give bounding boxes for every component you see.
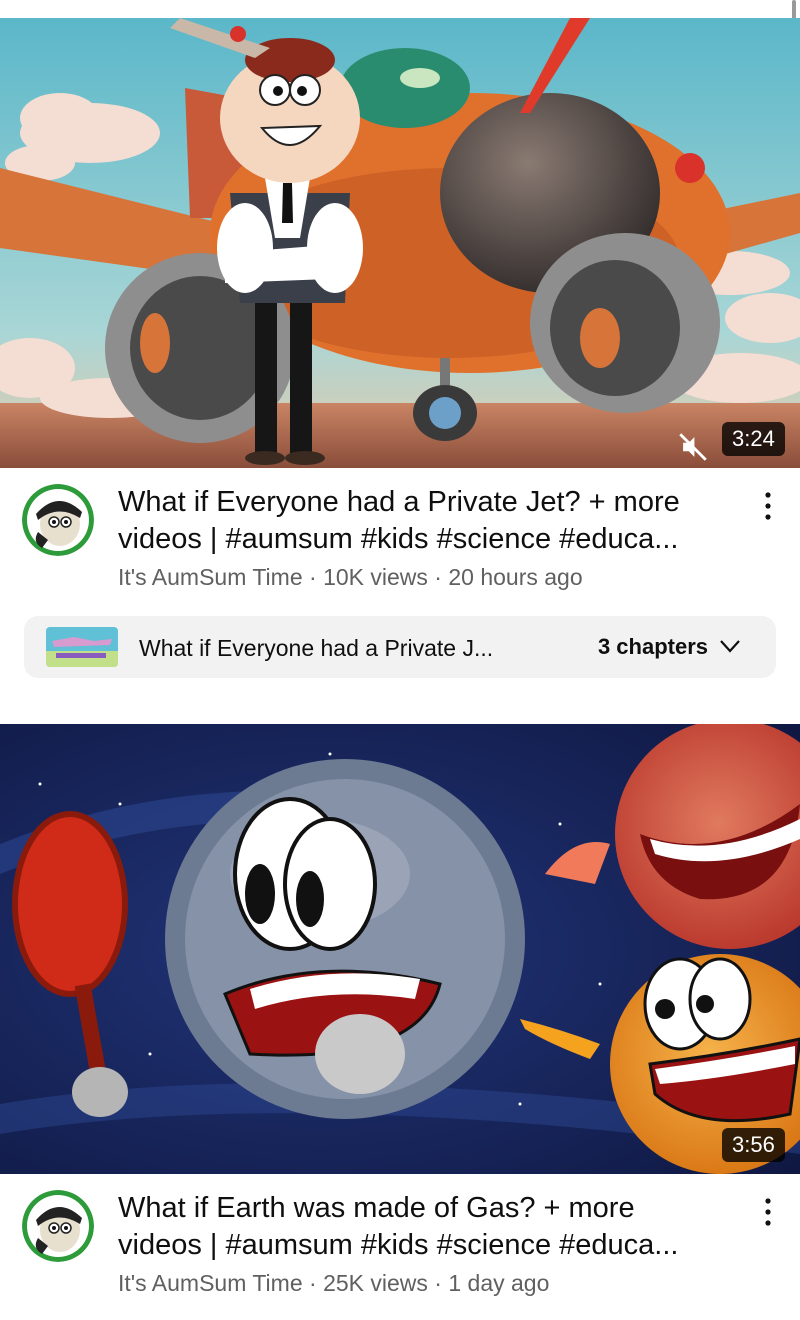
channel-name[interactable]: It's AumSum Time — [118, 1270, 303, 1296]
video-card-2[interactable]: 3:56 What if Earth was made of Gas? + mo… — [0, 724, 800, 1320]
duration-badge: 3:24 — [722, 422, 785, 456]
separator: · — [434, 564, 442, 590]
separator: · — [434, 1270, 442, 1296]
separator: · — [309, 1270, 317, 1296]
chapters-bar[interactable]: What if Everyone had a Private J... 3 ch… — [24, 616, 776, 678]
chapter-count: 3 chapters — [597, 634, 708, 659]
more-vert-icon[interactable] — [758, 1194, 778, 1230]
thumbnail-art-jet — [0, 18, 800, 468]
separator: · — [309, 564, 317, 590]
video-meta: What if Everyone had a Private Jet? + mo… — [0, 484, 800, 594]
chapter-title: What if Everyone had a Private J... — [139, 635, 494, 661]
channel-avatar[interactable] — [22, 1190, 94, 1262]
avatar-image — [22, 484, 94, 556]
volume-off-icon[interactable] — [676, 430, 710, 464]
chapter-thumbnail-art — [46, 627, 118, 667]
video-title-line-1: What if Earth was made of Gas? + more — [118, 1192, 635, 1224]
channel-avatar[interactable] — [22, 484, 94, 556]
view-count: 25K views — [323, 1270, 428, 1296]
video-meta: What if Earth was made of Gas? + more vi… — [0, 1190, 800, 1300]
video-title-line-1: What if Everyone had a Private Jet? + mo… — [118, 486, 680, 518]
thumbnail-art-earth-gas — [0, 724, 800, 1174]
chapter-thumbnail — [46, 627, 118, 667]
video-card-1[interactable]: 3:24 What if Everyone had a Private Jet?… — [0, 0, 800, 700]
view-count: 10K views — [323, 564, 428, 590]
video-title-line-2: videos | #aumsum #kids #science #educa..… — [118, 523, 679, 555]
video-thumbnail[interactable]: 3:56 — [0, 724, 800, 1174]
upload-age: 1 day ago — [448, 1270, 550, 1296]
video-title[interactable]: What if Earth was made of Gas? + more vi… — [118, 1190, 738, 1264]
video-title[interactable]: What if Everyone had a Private Jet? + mo… — [118, 484, 738, 558]
video-thumbnail[interactable]: 3:24 — [0, 18, 800, 468]
video-title-line-2: videos | #aumsum #kids #science #educa..… — [118, 1229, 679, 1261]
upload-age: 20 hours ago — [448, 564, 583, 590]
more-vert-icon[interactable] — [758, 488, 778, 524]
chevron-down-icon[interactable] — [718, 636, 742, 656]
video-subline: It's AumSum Time · 25K views · 1 day ago — [118, 1270, 549, 1297]
channel-name[interactable]: It's AumSum Time — [118, 564, 303, 590]
video-subline: It's AumSum Time · 10K views · 20 hours … — [118, 564, 583, 591]
duration-badge: 3:56 — [722, 1128, 785, 1162]
avatar-image — [22, 1190, 94, 1262]
